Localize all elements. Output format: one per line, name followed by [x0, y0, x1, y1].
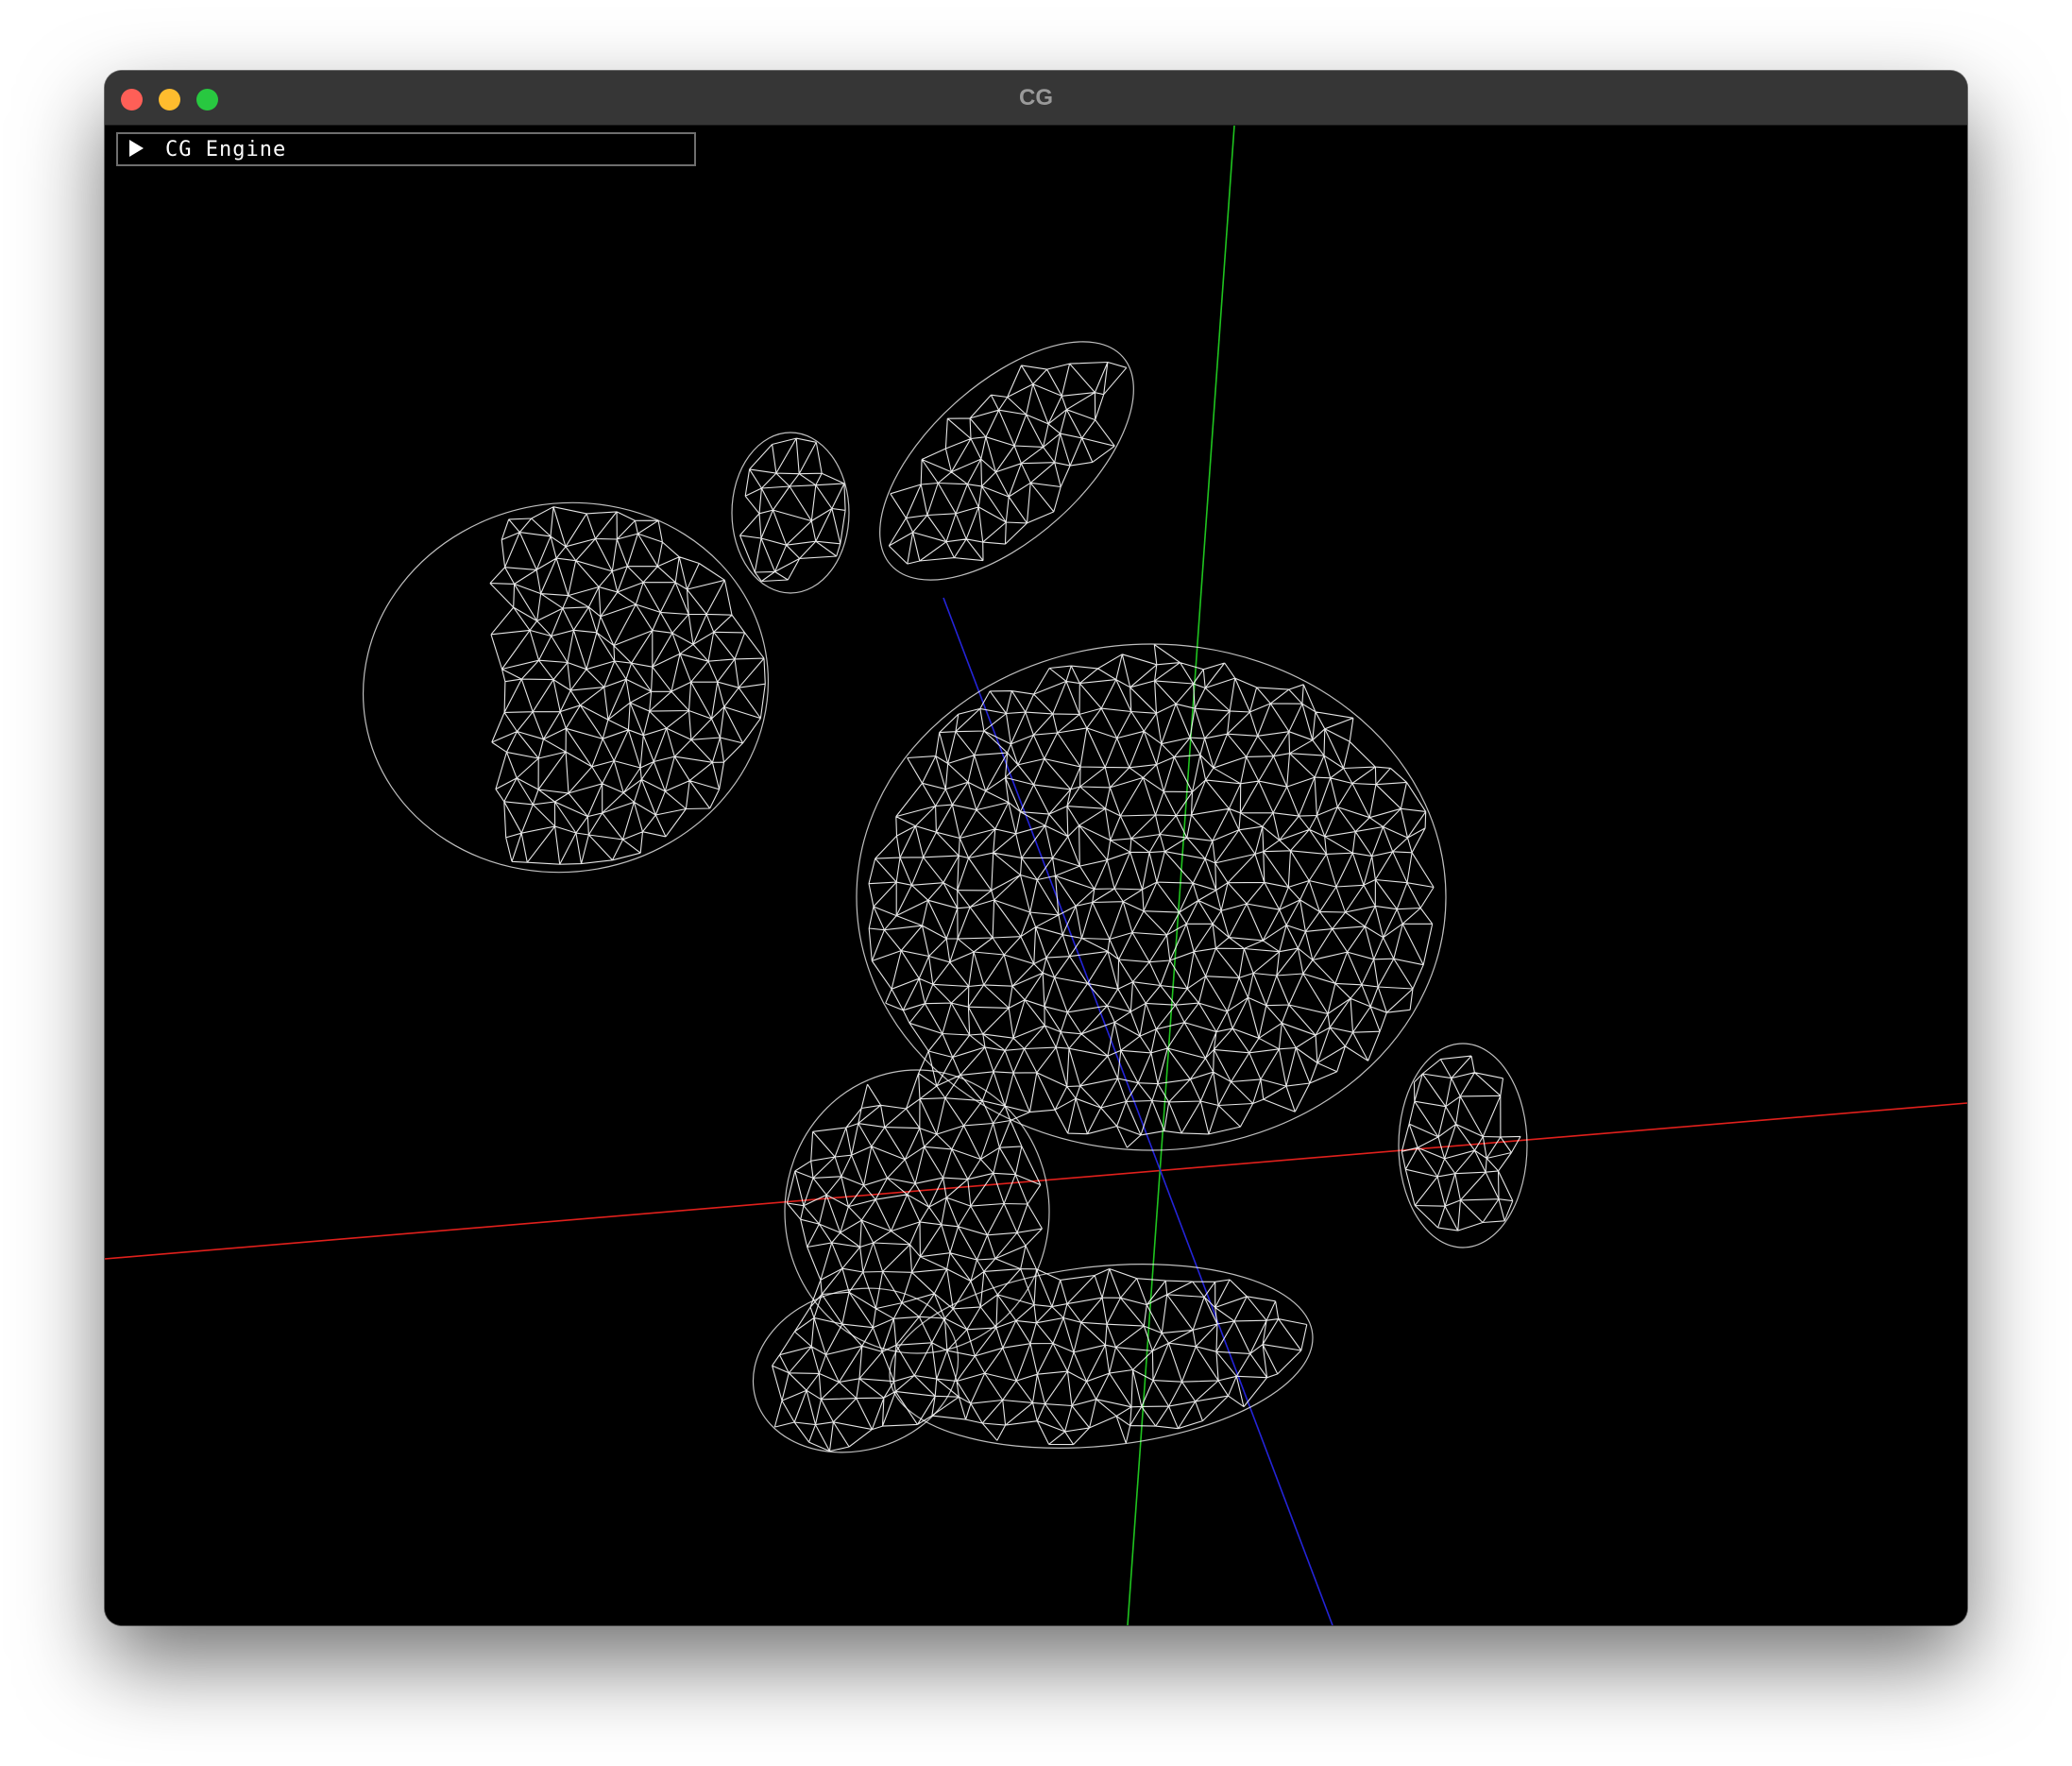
cg-engine-panel-header[interactable]: CG Engine [116, 132, 696, 166]
triangle-right-icon [129, 140, 144, 157]
bunny-wireframe-mesh [362, 341, 1528, 1453]
render-viewport[interactable]: CG Engine [105, 126, 1967, 1625]
panel-title: CG Engine [165, 138, 287, 161]
scene-canvas[interactable] [105, 126, 1967, 1625]
mesh-contour-3 [752, 1287, 960, 1453]
app-window: CG CG Engine [105, 71, 1967, 1625]
mesh-edges [489, 361, 1521, 1452]
window-title: CG [1019, 85, 1053, 110]
title-bar[interactable]: CG [105, 71, 1967, 126]
mesh-contour-2 [889, 1264, 1314, 1449]
mesh-contour-6 [731, 432, 850, 594]
y-axis-line [1127, 126, 1235, 1625]
mesh-contour-5 [879, 341, 1134, 581]
